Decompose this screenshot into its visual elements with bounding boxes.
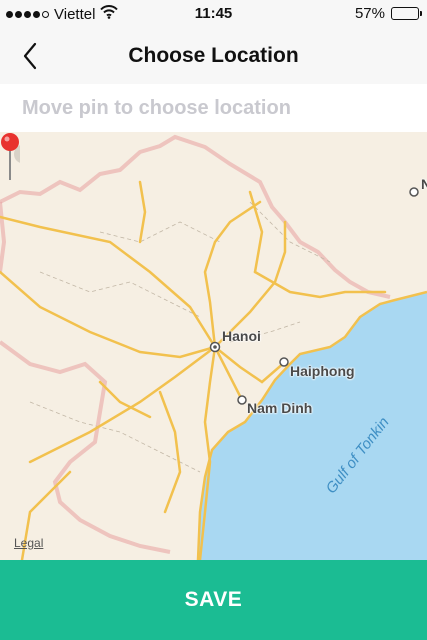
nav-bar: Choose Location bbox=[0, 28, 427, 84]
hint-text: Move pin to choose location bbox=[22, 97, 291, 119]
status-bar: Viettel 11:45 57% bbox=[0, 0, 427, 28]
map-label-haiphong: Haiphong bbox=[290, 363, 355, 379]
status-right: 57% bbox=[354, 5, 422, 22]
map-pin-icon[interactable] bbox=[0, 132, 20, 182]
map-view[interactable]: Hanoi Haiphong Nam Dinh N Gulf of Tonkin… bbox=[0, 132, 427, 560]
save-button[interactable]: SAVE bbox=[0, 560, 427, 640]
map-label-nam-dinh: Nam Dinh bbox=[247, 400, 313, 416]
legal-link[interactable]: Legal bbox=[14, 536, 43, 550]
map-label-hanoi: Hanoi bbox=[222, 328, 261, 344]
battery-icon bbox=[391, 7, 422, 20]
map-label-edge: N bbox=[421, 176, 427, 192]
hint-bar: Move pin to choose location bbox=[0, 84, 427, 132]
map-canvas bbox=[0, 134, 427, 560]
battery-percent: 57% bbox=[354, 5, 385, 22]
page-title: Choose Location bbox=[128, 44, 299, 67]
